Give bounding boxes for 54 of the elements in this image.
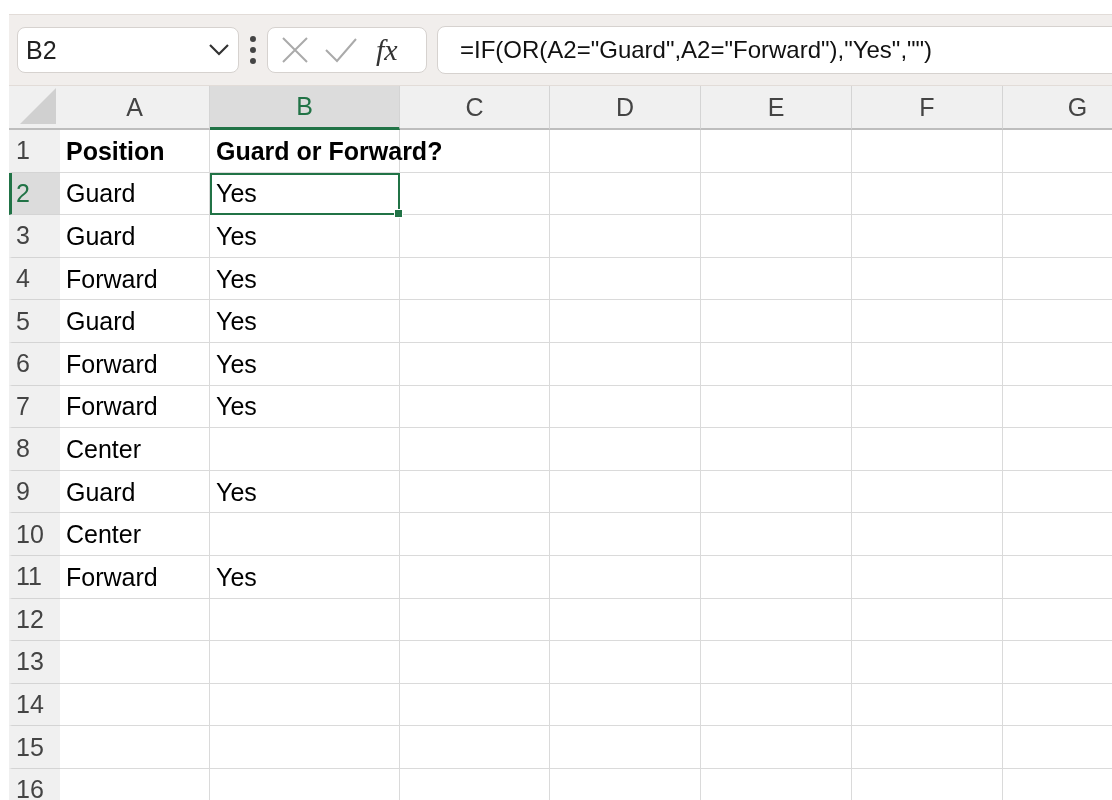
table-cell: Guard [66, 477, 136, 507]
row-header[interactable]: 8 [9, 428, 60, 471]
row-header[interactable]: 16 [9, 768, 60, 800]
column-header[interactable]: A [60, 86, 210, 130]
column-header[interactable]: F [852, 86, 1003, 130]
table-cell: Forward [66, 391, 158, 421]
table-cell: Yes [216, 264, 257, 294]
row-header[interactable]: 5 [9, 300, 60, 343]
row-header[interactable]: 11 [9, 555, 60, 599]
row-header[interactable]: 7 [9, 385, 60, 429]
row-header[interactable]: 10 [9, 513, 60, 556]
row-header[interactable]: 6 [9, 342, 60, 386]
name-box[interactable]: B2 [17, 27, 239, 73]
table-cell: Position [66, 136, 165, 166]
table-cell: Guard [66, 178, 136, 208]
insert-function-button[interactable]: fx [376, 33, 398, 67]
row-header[interactable]: 2 [9, 172, 60, 216]
table-cell: Yes [216, 562, 257, 592]
cancel-icon[interactable] [280, 35, 310, 65]
column-header[interactable]: G [1003, 86, 1112, 130]
corner-triangle-icon [20, 88, 56, 124]
check-icon[interactable] [324, 37, 358, 63]
table-cell: Yes [216, 178, 257, 208]
row-header[interactable]: 1 [9, 130, 60, 173]
table-cell: Forward [66, 264, 158, 294]
table-cell: Yes [216, 477, 257, 507]
column-header[interactable]: C [400, 86, 550, 130]
select-all-button[interactable] [9, 86, 60, 130]
table-cell: Yes [216, 221, 257, 251]
formula-field[interactable]: =IF(OR(A2="Guard",A2="Forward"),"Yes","") [437, 26, 1112, 74]
column-header[interactable]: E [701, 86, 852, 130]
row-header[interactable]: 9 [9, 470, 60, 514]
active-cell[interactable]: Yes [210, 172, 400, 216]
row-header[interactable]: 12 [9, 598, 60, 642]
column-header[interactable]: D [550, 86, 701, 130]
row-header[interactable]: 3 [9, 215, 60, 258]
table-cell: Forward [66, 349, 158, 379]
column-header[interactable]: B [210, 86, 400, 130]
more-icon[interactable] [249, 35, 257, 65]
table-cell: Yes [216, 391, 257, 421]
table-cell: Forward [66, 562, 158, 592]
table-cell: Center [66, 519, 142, 549]
fill-handle[interactable] [394, 209, 403, 219]
table-cell: Guard [66, 221, 136, 251]
table-cell: Yes [216, 349, 257, 379]
table-cell: Yes [216, 306, 257, 336]
table-cell: Guard [66, 306, 136, 336]
table-cell: Guard or Forward? [216, 136, 443, 166]
chevron-down-icon [208, 43, 230, 57]
row-header[interactable]: 13 [9, 641, 60, 684]
row-header[interactable]: 4 [9, 257, 60, 301]
table-cell: Center [66, 434, 142, 464]
row-header[interactable]: 15 [9, 726, 60, 769]
row-header[interactable]: 14 [9, 683, 60, 727]
